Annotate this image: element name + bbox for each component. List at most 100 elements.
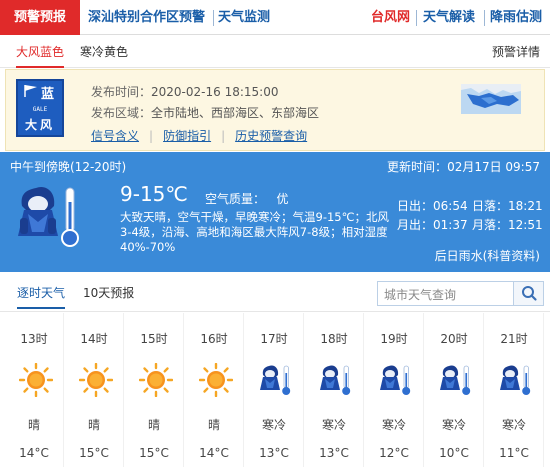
warning-tabs: 大风蓝色 寒冷黄色 预警详情 xyxy=(0,36,550,68)
air-quality-value: 优 xyxy=(276,192,289,206)
nav-item-shenshan[interactable]: 深汕特别合作区预警 xyxy=(88,0,205,35)
nav-divider xyxy=(484,10,485,26)
cold-icon xyxy=(499,363,533,397)
publish-time-row: 发布时间：2020-02-16 18:15:00 xyxy=(91,83,278,100)
defense-guide-link[interactable]: 防御指引 xyxy=(163,129,211,143)
nav-item-typhoon[interactable]: 台风网 xyxy=(371,0,410,35)
sun-row: 日出：06:54 日落：18:21 xyxy=(397,197,547,216)
hour-column: 17时 寒冷 13°C xyxy=(244,313,304,467)
hour-time: 17时 xyxy=(260,332,288,346)
forecast-temp: 9-15℃ xyxy=(120,182,188,206)
sunrise-label: 日出： xyxy=(397,199,434,213)
hour-time: 19时 xyxy=(380,332,408,346)
air-quality-label: 空气质量： xyxy=(205,192,266,206)
sun-icon xyxy=(18,362,54,398)
moonset-label: 月落： xyxy=(472,218,509,232)
nav-divider xyxy=(213,10,214,26)
hour-temp: 11°C xyxy=(499,446,529,460)
hourly-forecast: 13时 晴 14°C 14时 晴 15°C 15时 晴 15°C 16时 晴 1… xyxy=(0,313,550,467)
hour-time: 16时 xyxy=(200,332,228,346)
nav-tab-alert[interactable]: 预警预报 xyxy=(0,0,80,35)
hour-weather: 晴 xyxy=(27,418,40,432)
cold-icon xyxy=(259,363,293,397)
update-time-value: 02月17日 09:57 xyxy=(447,160,540,174)
sunrise-value: 06:54 xyxy=(433,199,468,213)
search-button[interactable] xyxy=(513,282,543,305)
sunset-label: 日落： xyxy=(472,199,509,213)
hour-column: 16时 晴 14°C xyxy=(184,313,244,467)
sun-icon xyxy=(198,362,234,398)
hour-temp: 15°C xyxy=(139,446,169,460)
history-query-link[interactable]: 历史预警查询 xyxy=(235,129,307,143)
hour-temp: 12°C xyxy=(379,446,409,460)
hour-column: 21时 寒冷 11°C xyxy=(484,313,544,467)
sun-moon-table: 日出：06:54 日落：18:21 月出：01:37 月落：12:51 xyxy=(397,197,547,235)
tab-gale-blue[interactable]: 大风蓝色 xyxy=(16,36,65,68)
hour-column: 15时 晴 15°C xyxy=(124,313,184,467)
hour-column: 13时 晴 14°C xyxy=(4,313,64,467)
publish-time-value: 2020-02-16 18:15:00 xyxy=(151,85,279,99)
sunset-value: 18:21 xyxy=(508,199,543,213)
moonrise: 月出：01:37 xyxy=(397,216,472,235)
search-input[interactable]: 城市天气查询 xyxy=(384,286,456,303)
sunset: 日落：18:21 xyxy=(472,197,547,216)
link-separator: | xyxy=(149,129,154,143)
cold-icon xyxy=(18,186,79,247)
hour-temp: 15°C xyxy=(79,446,109,460)
flag-icon xyxy=(24,85,37,97)
signal-meaning-link[interactable]: 信号含义 xyxy=(91,129,139,143)
hour-temp: 13°C xyxy=(259,446,289,460)
nav-item-interpret[interactable]: 天气解读 xyxy=(423,0,475,35)
hour-weather: 寒冷 xyxy=(381,418,406,432)
moonrise-label: 月出： xyxy=(397,218,434,232)
warning-links: 信号含义 | 防御指引 | 历史预警查询 xyxy=(91,127,307,144)
tab-hourly[interactable]: 逐时天气 xyxy=(17,284,66,309)
hour-column: 20时 寒冷 10°C xyxy=(424,313,484,467)
hour-column: 19时 寒冷 12°C xyxy=(364,313,424,467)
sun-icon xyxy=(78,362,114,398)
hour-column: 18时 寒冷 13°C xyxy=(304,313,364,467)
city-weather-search: 城市天气查询 xyxy=(377,281,544,306)
moonrise-value: 01:37 xyxy=(433,218,468,232)
forecast-period: 中午到傍晚(12-20时) xyxy=(10,160,127,174)
warning-detail-link[interactable]: 预警详情 xyxy=(492,36,540,68)
forecast-panel: 中午到傍晚(12-20时) 更新时间：02月17日 09:57 9-15℃ 空气… xyxy=(0,152,550,272)
publish-area-row: 发布区域：全市陆地、西部海区、东部海区 xyxy=(91,104,319,121)
moonset: 月落：12:51 xyxy=(472,216,547,235)
rain-info-link[interactable]: 后日雨水(科普资料) xyxy=(435,247,540,264)
search-icon xyxy=(522,286,537,301)
cold-icon xyxy=(319,363,353,397)
hour-time: 18时 xyxy=(320,332,348,346)
nav-item-monitor[interactable]: 天气监测 xyxy=(218,0,270,35)
cold-icon xyxy=(379,363,413,397)
hour-time: 14时 xyxy=(80,332,108,346)
publish-area-label: 发布区域： xyxy=(91,106,152,120)
link-separator: | xyxy=(221,129,226,143)
moonset-value: 12:51 xyxy=(508,218,543,232)
warning-level-char: 蓝 xyxy=(41,87,55,102)
hour-weather: 寒冷 xyxy=(321,418,346,432)
publish-time-label: 发布时间： xyxy=(91,85,152,99)
warning-badge-en: GALE xyxy=(32,106,48,113)
sunrise: 日出：06:54 xyxy=(397,197,472,216)
top-nav: 预警预报 深汕特别合作区预警 天气监测 台风网 天气解读 降雨估测 xyxy=(0,0,550,35)
forecast-description: 大致天晴，空气干燥，早晚寒冷；气温9-15℃；北风3-4级，沿海、高地和海区最大… xyxy=(120,210,390,254)
warning-area-map-icon[interactable] xyxy=(461,84,521,114)
warning-panel: 蓝 GALE 大风 发布时间：2020-02-16 18:15:00 发布区域：… xyxy=(5,69,545,151)
nav-item-rain-estimate[interactable]: 降雨估测 xyxy=(490,0,542,35)
hour-temp: 14°C xyxy=(199,446,229,460)
tab-10-day[interactable]: 10天预报 xyxy=(83,284,134,301)
hour-temp: 10°C xyxy=(439,446,469,460)
publish-area-value: 全市陆地、西部海区、东部海区 xyxy=(151,106,320,120)
warning-badge-name: 大风 xyxy=(24,118,55,132)
nav-divider xyxy=(416,10,417,26)
hour-weather: 寒冷 xyxy=(501,418,526,432)
hour-time: 20时 xyxy=(440,332,468,346)
hour-temp: 13°C xyxy=(319,446,349,460)
hour-weather: 晴 xyxy=(87,418,100,432)
hour-temp: 14°C xyxy=(19,446,49,460)
hour-weather: 寒冷 xyxy=(441,418,466,432)
tab-cold-yellow[interactable]: 寒冷黄色 xyxy=(80,36,128,68)
hour-column: 14时 晴 15°C xyxy=(64,313,124,467)
moon-row: 月出：01:37 月落：12:51 xyxy=(397,216,547,235)
